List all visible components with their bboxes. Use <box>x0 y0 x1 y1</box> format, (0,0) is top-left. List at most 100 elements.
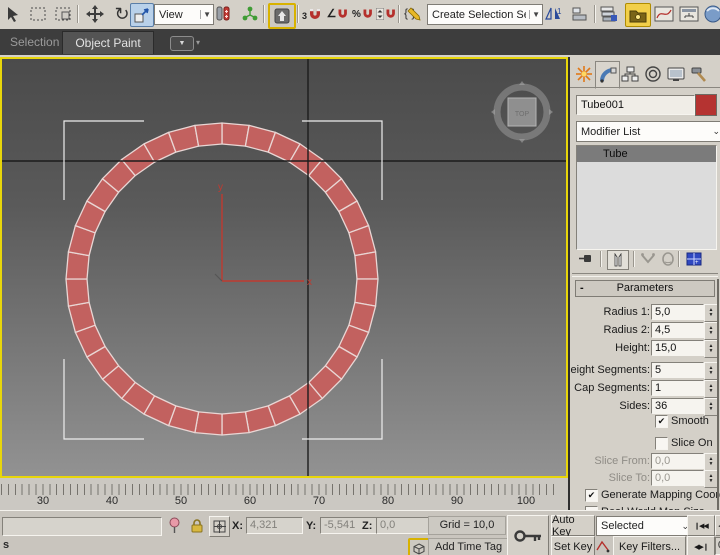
z-coord-field[interactable]: 0,0 <box>376 517 433 534</box>
tab-motion-icon[interactable] <box>641 61 664 87</box>
auto-key-button[interactable]: Auto Key <box>551 515 595 536</box>
use-pivot-center-icon[interactable] <box>212 3 234 25</box>
radius2-input[interactable]: 4,5 <box>651 322 704 338</box>
go-to-start-button[interactable]: ❙◀◀ <box>687 515 715 536</box>
height-segments-input[interactable]: 5 <box>651 362 704 378</box>
default-in-out-tangent-icon[interactable] <box>596 539 610 553</box>
tab-utilities-icon[interactable] <box>687 61 710 87</box>
mirror-icon[interactable]: 1 <box>543 3 565 25</box>
slice-from-input[interactable]: 0,0 <box>651 453 704 469</box>
align-icon[interactable] <box>569 3 591 25</box>
tick-label: 50 <box>166 495 196 507</box>
timeline-ticks <box>1 484 557 495</box>
slice-to-input[interactable]: 0,0 <box>651 470 704 486</box>
ribbon-tab-bar: Selection Object Paint ▼ ▾ <box>0 29 720 55</box>
ribbon-minimize-button[interactable]: ▼ <box>170 36 194 51</box>
viewport-top[interactable]: y x TOP <box>0 57 568 478</box>
x-coord-field[interactable]: 4,321 <box>246 517 303 534</box>
sides-spinner[interactable]: ▲▼ <box>704 398 718 416</box>
select-object-icon[interactable] <box>2 3 24 25</box>
object-color-swatch[interactable] <box>695 94 717 116</box>
cap-segments-spinner[interactable]: ▲▼ <box>704 380 718 398</box>
separator <box>600 251 602 267</box>
slice-on-checkbox[interactable] <box>655 437 668 450</box>
key-icon <box>513 528 543 544</box>
tab-display-icon[interactable] <box>664 61 687 87</box>
slice-from-spinner[interactable]: ▲▼ <box>704 453 718 471</box>
stack-item-tube[interactable]: Tube <box>577 146 716 162</box>
set-key-button[interactable]: Set Key <box>551 536 595 555</box>
modifier-stack[interactable]: Tube <box>576 145 717 250</box>
rollout-scrollbar[interactable] <box>717 279 719 510</box>
radius1-input[interactable]: 5,0 <box>651 304 704 320</box>
reference-coord-dropdown[interactable]: View▼ <box>154 4 214 25</box>
panel-divider <box>570 87 720 88</box>
object-name-field[interactable]: Tube001 <box>576 95 695 115</box>
angle-snap-icon[interactable]: ∠ <box>327 3 349 25</box>
select-and-manipulate-icon[interactable] <box>239 3 261 25</box>
tab-modify-icon[interactable] <box>595 61 620 89</box>
current-frame-field[interactable]: 0 <box>715 537 720 555</box>
chevron-down-icon: ▼ <box>529 10 540 19</box>
manage-layers-icon[interactable] <box>598 3 620 25</box>
z-coord-label: Z: <box>362 520 372 532</box>
slice-to-spinner[interactable]: ▲▼ <box>704 470 718 488</box>
snap-toggle-3d-icon[interactable]: 3 <box>301 3 323 25</box>
radius2-spinner[interactable]: ▲▼ <box>704 322 718 340</box>
keyboard-override-toggle-icon[interactable] <box>268 3 296 29</box>
sides-input[interactable]: 36 <box>651 398 704 414</box>
separator <box>678 251 680 267</box>
ribbon-options-caret-icon[interactable]: ▾ <box>196 38 200 47</box>
create-selection-set-combo[interactable]: Create Selection Se▼ <box>427 4 543 25</box>
spinner-snap-icon[interactable] <box>375 3 397 25</box>
configure-modifier-sets-icon[interactable]: + <box>684 250 704 268</box>
select-and-scale-icon[interactable] <box>130 3 154 27</box>
viewcube[interactable]: TOP <box>491 81 553 143</box>
cap-segments-input[interactable]: 1 <box>651 380 704 396</box>
param-slice-from: Slice From: 0,0 ▲▼ <box>570 453 720 469</box>
paint-selection-icon[interactable] <box>52 3 74 25</box>
add-time-tag-field[interactable]: Add Time Tag <box>428 538 512 555</box>
track-bar[interactable]: 30 40 50 60 70 80 90 100 <box>0 478 568 511</box>
selection-lock-icon[interactable] <box>187 516 206 535</box>
tick-label: 90 <box>442 495 472 507</box>
absolute-offset-toggle-icon[interactable] <box>209 516 230 537</box>
param-height-segments: Height Segments: 5 ▲▼ <box>570 362 720 378</box>
show-end-result-icon[interactable] <box>607 250 629 270</box>
height-segments-spinner[interactable]: ▲▼ <box>704 362 718 380</box>
parameters-rollout-header[interactable]: - Parameters <box>575 280 715 297</box>
pin-icon[interactable] <box>165 516 184 535</box>
rectangular-selection-icon[interactable] <box>27 3 49 25</box>
material-editor-icon[interactable] <box>703 3 720 25</box>
set-keys-button[interactable] <box>507 515 549 555</box>
named-selection-sets-icon[interactable]: { } <box>402 3 424 25</box>
curve-editor-icon[interactable] <box>653 3 675 25</box>
svg-text:+: + <box>695 260 699 266</box>
smooth-checkbox[interactable]: ✔ <box>655 415 668 428</box>
tab-create-icon[interactable] <box>572 61 595 87</box>
tick-label: 60 <box>235 495 265 507</box>
select-and-move-icon[interactable] <box>84 3 106 25</box>
make-unique-icon[interactable] <box>638 250 658 268</box>
previous-frame-button[interactable]: ◀ <box>715 515 720 536</box>
schematic-view-icon[interactable] <box>678 3 700 25</box>
tab-selection[interactable]: Selection <box>10 35 59 49</box>
modifier-list-dropdown[interactable]: Modifier List ⌄ <box>576 121 720 142</box>
y-coord-label: Y: <box>306 520 316 532</box>
percent-snap-icon[interactable]: % <box>352 3 374 25</box>
param-height: Height: 15,0 ▲▼ <box>570 340 720 356</box>
pin-stack-icon[interactable] <box>576 250 596 268</box>
remove-modifier-icon[interactable] <box>658 250 678 268</box>
key-filters-button[interactable]: Key Filters... <box>613 536 686 555</box>
tab-object-paint[interactable]: Object Paint <box>62 31 154 54</box>
radius1-spinner[interactable]: ▲▼ <box>704 304 718 322</box>
generate-mapping-checkbox[interactable]: ✔ <box>585 489 598 502</box>
ribbon-toggle-icon[interactable] <box>625 3 651 27</box>
tab-hierarchy-icon[interactable] <box>618 61 641 87</box>
param-radius2: Radius 2: 4,5 ▲▼ <box>570 322 720 338</box>
height-spinner[interactable]: ▲▼ <box>704 340 718 358</box>
isolate-cube-toggle-icon[interactable] <box>408 538 430 555</box>
key-mode-toggle-button[interactable]: ◀▶❙ <box>687 536 715 555</box>
selection-filter-dropdown[interactable]: Selected ⌄ <box>596 516 694 536</box>
height-input[interactable]: 15,0 <box>651 340 704 356</box>
